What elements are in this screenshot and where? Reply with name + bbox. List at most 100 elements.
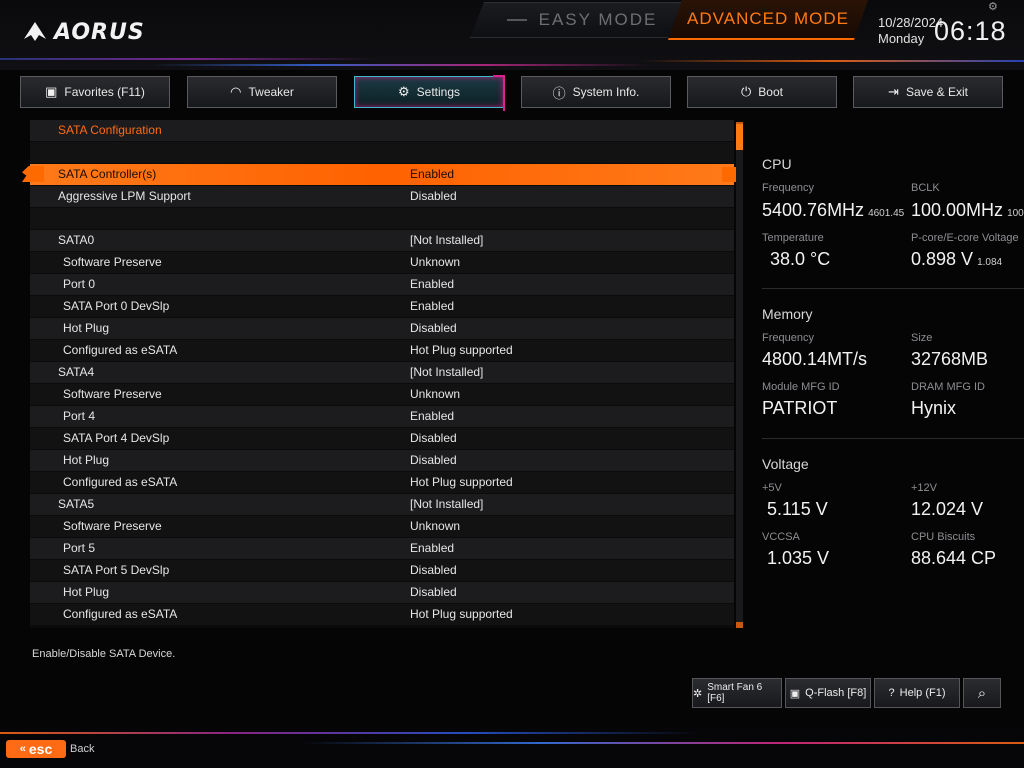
setting-row[interactable]: SATA Port 0 DevSlp Enabled [30,296,734,317]
setting-row[interactable]: SATA Port 4 DevSlp Disabled [30,428,734,449]
tab-settings[interactable]: ⚙ Settings [354,75,505,111]
voltage-title: Voltage [762,456,809,472]
aorus-logo: AORUS [22,16,145,48]
v12-label: +12V [911,482,937,494]
setting-row: SATA4 [Not Installed] [30,362,734,383]
setting-label: SATA Port 5 DevSlp [63,563,170,577]
bottom-bar [0,728,1024,768]
dram-mfg-value: Hynix [911,398,957,418]
setting-value: Unknown [410,519,461,533]
memory-monitor: Memory Frequency 4800.14MT/s Size 32768M… [762,302,1024,432]
setting-value: Disabled [410,585,457,599]
easy-mode-label: EASY MODE [538,10,658,29]
voltage-monitor: Voltage +5V 5.115 V +12V 12.024 V VCCSA … [762,452,1024,582]
eagle-icon [24,22,46,41]
tab-save-exit[interactable]: ⇥ Save & Exit [853,76,1003,108]
settings-gear-icon[interactable]: ⚙ [988,0,998,13]
setting-label: Port 4 [63,409,96,423]
scroll-down-arrow[interactable] [736,622,743,628]
tab-label: Boot [758,85,783,99]
cpu-frequency-value: 5400.76MHz 4601.45 [762,200,904,221]
search-button[interactable]: ⌕ [963,678,1001,708]
top-bar: AORUS EASY MODE ADVANCED MODE 10/28/2024… [0,0,1024,70]
tab-boot[interactable]: ⏻ Boot [687,76,837,108]
cpu-frequency: 5400.76MHz [762,200,865,220]
v5-label: +5V [762,482,782,494]
setting-label: Aggressive LPM Support [58,189,191,203]
help-icon: ? [888,687,895,699]
tab-favorites[interactable]: ▣ Favorites (F11) [20,76,170,108]
setting-label: SATA Port 0 DevSlp [63,299,170,313]
setting-value: [Not Installed] [410,497,484,511]
advanced-mode-label: ADVANCED MODE [687,9,849,28]
setting-value: Hot Plug supported [410,607,513,621]
qflash-button[interactable]: ▣ Q-Flash [F8] [785,678,871,708]
scroll-thumb[interactable] [736,124,743,150]
item-help-text: Enable/Disable SATA Device. [32,648,176,660]
setting-row[interactable]: Port 0 Enabled [30,274,734,295]
setting-label: Software Preserve [63,387,162,401]
setting-row[interactable]: SATA Controller(s) Enabled [22,164,742,185]
cpu-frequency-label: Frequency [762,182,814,194]
spacer-row [30,142,734,163]
setting-label: SATA4 [58,365,95,379]
setting-label: Software Preserve [63,255,162,269]
temperature-label: Temperature [762,232,824,244]
setting-label: Configured as eSATA [63,343,178,357]
temperature-value: 38.0 °C [770,249,831,269]
tab-tweaker[interactable]: ◠ Tweaker [187,76,337,108]
easy-mode-button[interactable]: EASY MODE [470,2,682,38]
setting-label: Configured as eSATA [63,607,178,621]
setting-value: Disabled [410,189,457,203]
bclk: 100.00MHz [911,200,1004,220]
memory-size-label: Size [911,332,933,344]
setting-value: Disabled [410,431,457,445]
setting-label: SATA5 [58,497,95,511]
module-mfg-label: Module MFG ID [762,381,840,393]
fan-icon: ✲ [693,687,703,700]
double-chevron-left-icon: « [19,743,26,755]
setting-row[interactable]: Port 5 Enabled [30,538,734,559]
tab-label: System Info. [572,85,640,99]
help-button[interactable]: ? Help (F1) [874,678,960,708]
setting-row[interactable]: Hot Plug Disabled [30,450,734,471]
decor-streak [640,60,1024,62]
esc-button[interactable]: « esc [6,740,66,758]
favorites-icon: ▣ [45,84,58,99]
setting-label: SATA Controller(s) [58,167,157,181]
setting-value: Hot Plug supported [410,343,513,357]
setting-value: Disabled [410,563,457,577]
setting-row: Software Preserve Unknown [30,384,734,405]
setting-value: Unknown [410,387,461,401]
section-header: SATA Configuration [30,120,734,141]
settings-scrollbar[interactable] [736,122,743,628]
setting-row: Software Preserve Unknown [30,516,734,537]
settings-panel: SATA Configuration SATA Controller(s) En… [22,120,742,628]
setting-label: Configured as eSATA [63,475,178,489]
v5-value: 5.115 V [767,499,828,519]
setting-value: Disabled [410,453,457,467]
tab-label: Save & Exit [905,85,968,99]
setting-value: Enabled [410,409,455,423]
time-display: 06:18 [934,16,1007,46]
setting-row[interactable]: Aggressive LPM Support Disabled [30,186,734,207]
info-icon: ⓘ [552,85,566,101]
bclk-sub: 100.00 [1007,208,1024,219]
section-title: SATA Configuration [58,123,162,137]
setting-row[interactable]: SATA Port 5 DevSlp Disabled [30,560,734,581]
memory-size-value: 32768MB [911,349,989,369]
v12-value: 12.024 V [911,499,984,519]
smart-fan-button[interactable]: ✲ Smart Fan 6 [F6] [692,678,782,708]
setting-row[interactable]: Hot Plug Disabled [30,318,734,339]
setting-row[interactable]: Port 4 Enabled [30,406,734,427]
esc-label: esc [28,741,53,757]
tab-label: Tweaker [248,85,294,99]
dram-mfg-label: DRAM MFG ID [911,381,985,393]
setting-row[interactable]: Hot Plug Disabled [30,582,734,603]
selection-arrow-left [22,166,44,182]
smart-fan-label: Smart Fan 6 [F6] [707,682,763,704]
setting-label: Hot Plug [63,453,110,467]
tab-label: Settings [416,85,460,99]
advanced-mode-button[interactable]: ADVANCED MODE [668,0,868,40]
tab-system-info[interactable]: ⓘ System Info. [521,76,671,108]
